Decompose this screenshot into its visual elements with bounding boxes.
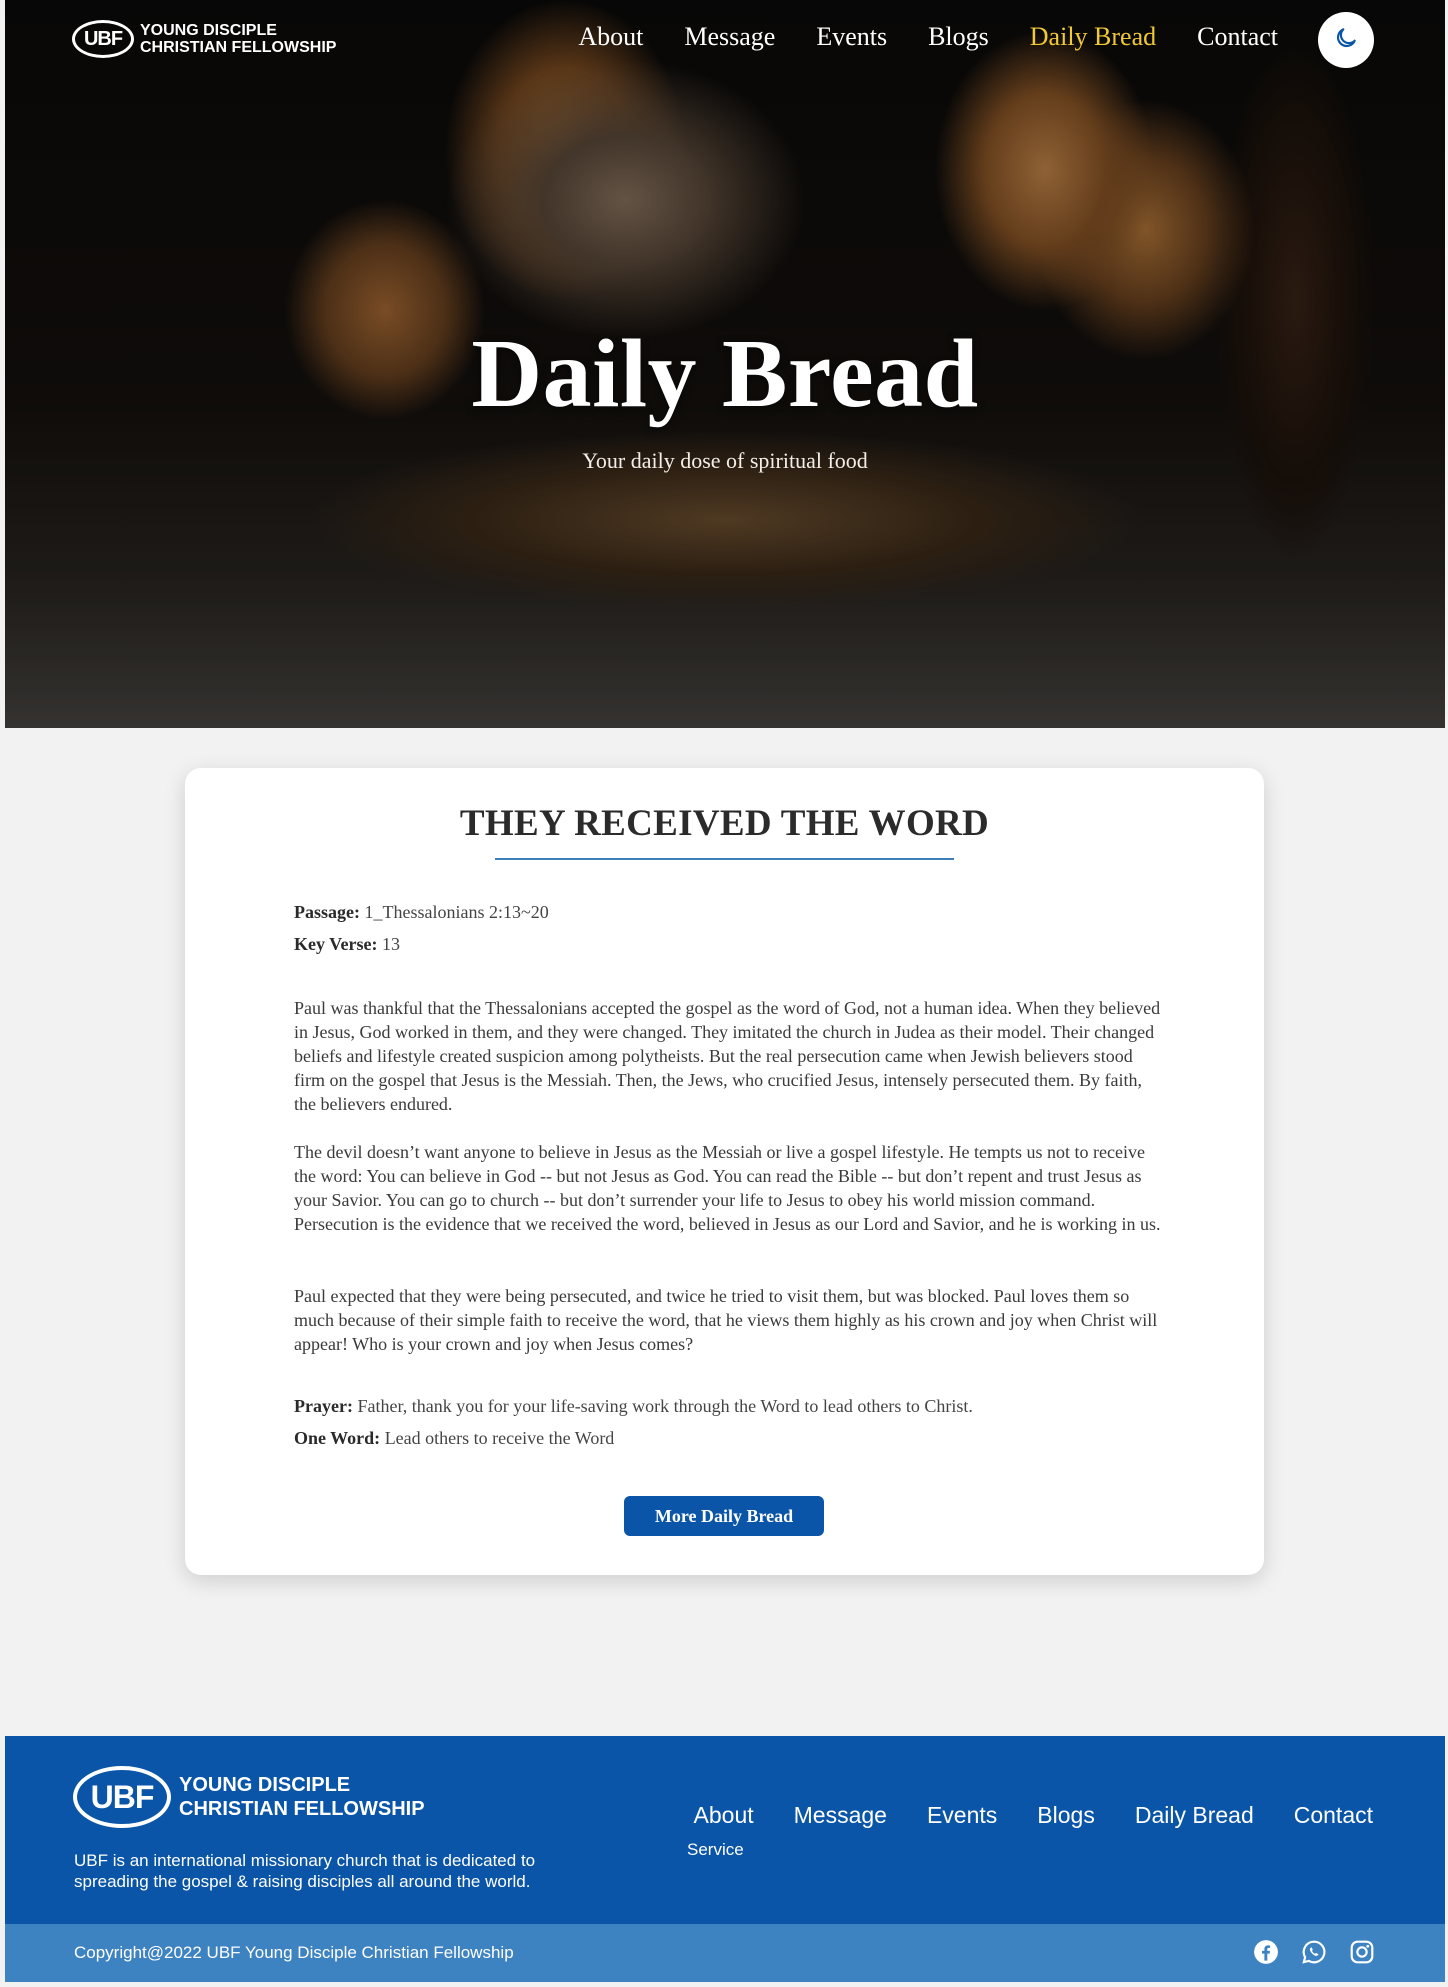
- nav-item-about[interactable]: About: [578, 22, 643, 52]
- nav-item-events[interactable]: Events: [816, 22, 887, 52]
- logo-mark: UBF: [72, 20, 134, 58]
- footer-link-about[interactable]: About: [694, 1802, 754, 1829]
- key-verse-line: Key Verse: 13: [294, 934, 400, 955]
- nav-item-message[interactable]: Message: [684, 22, 775, 52]
- hero-banner: Daily Bread Your daily dose of spiritual…: [5, 0, 1445, 728]
- footer-logo-mark: UBF: [73, 1766, 171, 1828]
- passage-label: Passage:: [294, 902, 360, 922]
- facebook-icon[interactable]: [1253, 1939, 1279, 1965]
- title-underline: [495, 858, 954, 860]
- article-title: THEY RECEIVED THE WORD: [459, 803, 990, 844]
- paragraph-1: Paul was thankful that the Thessalonians…: [294, 998, 1161, 1114]
- nav-item-blogs[interactable]: Blogs: [928, 22, 989, 52]
- whatsapp-icon[interactable]: [1301, 1939, 1327, 1965]
- paragraph-2: The devil doesn’t want anyone to believe…: [294, 1142, 1161, 1234]
- instagram-icon[interactable]: [1349, 1939, 1375, 1965]
- footer-link-message[interactable]: Message: [794, 1802, 887, 1829]
- passage-line: Passage: 1_Thessalonians 2:13~20: [294, 902, 549, 923]
- copyright-bar: Copyright@2022 UBF Young Disciple Christ…: [5, 1924, 1445, 1982]
- footer-link-blogs[interactable]: Blogs: [1037, 1802, 1095, 1829]
- key-verse-label: Key Verse:: [294, 934, 378, 954]
- footer-description: UBF is an international missionary churc…: [74, 1851, 536, 1891]
- nav-item-daily-bread[interactable]: Daily Bread: [1030, 22, 1156, 52]
- one-word-line: One Word: Lead others to receive the Wor…: [294, 1428, 614, 1449]
- footer-logo-line-1: YOUNG DISCIPLE: [179, 1774, 351, 1796]
- social-links: [1253, 1939, 1375, 1965]
- paragraph-3: Paul expected that they were being perse…: [294, 1286, 1158, 1354]
- footer-links: About Message Events Blogs Daily Bread C…: [694, 1802, 1373, 1829]
- one-word-value: Lead others to receive the Word: [384, 1428, 615, 1448]
- copyright-text: Copyright@2022 UBF Young Disciple Christ…: [74, 1943, 514, 1962]
- footer-link-events[interactable]: Events: [927, 1802, 997, 1829]
- logo-line-1: YOUNG DISCIPLE: [140, 22, 277, 39]
- logo-line-2: CHRISTIAN FELLOWSHIP: [140, 39, 337, 56]
- site-logo[interactable]: UBF YOUNG DISCIPLE CHRISTIAN FELLOWSHIP: [72, 20, 336, 58]
- prayer-line: Prayer: Father, thank you for your life-…: [294, 1396, 973, 1417]
- daily-bread-card: THEY RECEIVED THE WORD Passage: 1_Thessa…: [185, 768, 1264, 1575]
- footer-link-contact[interactable]: Contact: [1294, 1802, 1373, 1829]
- nav-links: About Message Events Blogs Daily Bread C…: [578, 22, 1278, 52]
- footer-link-service[interactable]: Service: [687, 1840, 744, 1860]
- nav-item-contact[interactable]: Contact: [1197, 22, 1278, 52]
- footer: UBF YOUNG DISCIPLE CHRISTIAN FELLOWSHIP …: [5, 1736, 1445, 1924]
- passage-value: 1_Thessalonians 2:13~20: [364, 902, 549, 922]
- top-nav: UBF YOUNG DISCIPLE CHRISTIAN FELLOWSHIP …: [0, 0, 1448, 80]
- footer-link-daily-bread[interactable]: Daily Bread: [1135, 1802, 1254, 1829]
- more-daily-bread-button[interactable]: More Daily Bread: [624, 1496, 824, 1536]
- hero-subtitle: Your daily dose of spiritual food: [582, 448, 868, 473]
- footer-logo-line-2: CHRISTIAN FELLOWSHIP: [179, 1798, 425, 1820]
- theme-toggle-button[interactable]: [1318, 12, 1374, 68]
- prayer-value: Father, thank you for your life-saving w…: [357, 1396, 973, 1416]
- logo-text: YOUNG DISCIPLE CHRISTIAN FELLOWSHIP: [140, 22, 336, 56]
- moon-icon: [1333, 25, 1359, 56]
- prayer-label: Prayer:: [294, 1396, 353, 1416]
- footer-logo-text: YOUNG DISCIPLE CHRISTIAN FELLOWSHIP: [179, 1773, 425, 1821]
- footer-logo[interactable]: UBF YOUNG DISCIPLE CHRISTIAN FELLOWSHIP: [73, 1766, 425, 1828]
- hero-title: Daily Bread: [471, 320, 979, 428]
- key-verse-value: 13: [381, 934, 400, 954]
- one-word-label: One Word:: [294, 1428, 381, 1448]
